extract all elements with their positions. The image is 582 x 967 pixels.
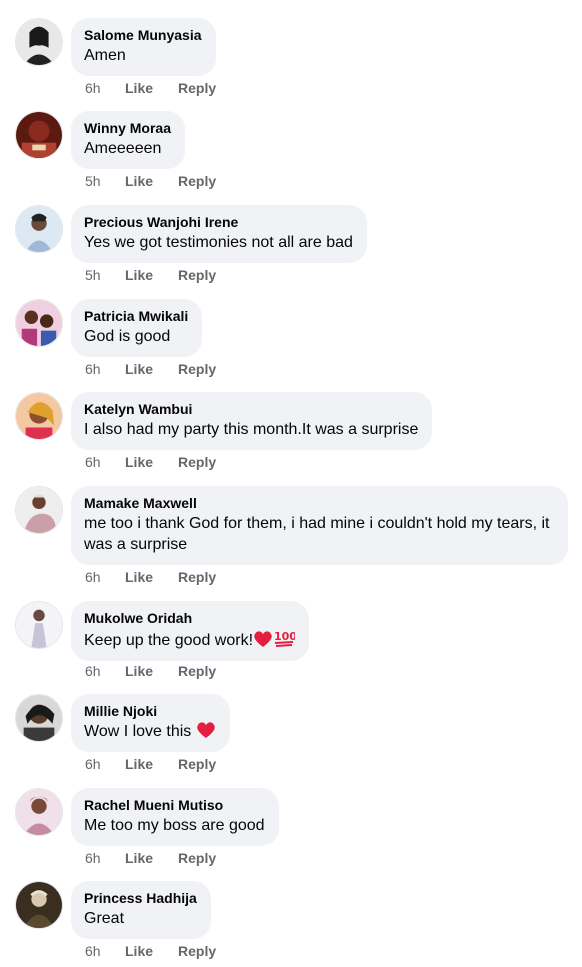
comment-bubble: Katelyn Wambui I also had my party this … — [71, 392, 433, 450]
comment-text: Yes we got testimonies not all are bad — [84, 234, 353, 251]
comment-text-content: Wow I love this — [84, 723, 196, 740]
comment-author[interactable]: Winny Moraa — [84, 120, 171, 137]
like-button[interactable]: Like — [125, 943, 178, 960]
comment-bubble: Millie Njoki Wow I love this — [71, 694, 230, 752]
comment-time[interactable]: 6h — [85, 850, 125, 867]
comment-text: I also had my party this month.It was a … — [84, 421, 419, 438]
like-button[interactable]: Like — [125, 663, 178, 680]
comment-bubble: Mukolwe Oridah Keep up the good work! 100 — [71, 601, 310, 661]
comment-author[interactable]: Katelyn Wambui — [84, 401, 418, 418]
comment-bubble: Salome Munyasia Amen — [71, 18, 216, 76]
like-button[interactable]: Like — [125, 850, 178, 867]
comment-bubble: Precious Wanjohi Irene Yes we got testim… — [71, 205, 367, 263]
comment-author[interactable]: Salome Munyasia — [84, 27, 202, 44]
like-button[interactable]: Like — [125, 569, 178, 586]
comment-time[interactable]: 6h — [85, 756, 125, 773]
like-button[interactable]: Like — [125, 80, 178, 97]
like-button[interactable]: Like — [125, 454, 178, 471]
comment-author[interactable]: Mamake Maxwell — [84, 495, 554, 512]
comment-author[interactable]: Princess Hadhija — [84, 890, 197, 907]
comment-actions: 6h Like Reply — [85, 454, 216, 471]
reply-button[interactable]: Reply — [178, 756, 216, 773]
avatar[interactable] — [15, 694, 63, 742]
comment-bubble: Princess Hadhija Great — [71, 881, 211, 939]
comment-actions: 6h Like Reply — [85, 569, 216, 586]
comment-actions: 5h Like Reply — [85, 267, 216, 284]
comment-actions: 5h Like Reply — [85, 173, 216, 190]
reply-button[interactable]: Reply — [178, 173, 216, 190]
comment-bubble: Winny Moraa Ameeeeen — [71, 111, 185, 169]
like-button[interactable]: Like — [125, 267, 178, 284]
comment-time[interactable]: 6h — [85, 663, 125, 680]
comment-actions: 6h Like Reply — [85, 361, 216, 378]
comment-bubble: Mamake Maxwell me too i thank God for th… — [71, 486, 568, 565]
comment-author[interactable]: Precious Wanjohi Irene — [84, 214, 353, 231]
avatar[interactable] — [15, 18, 63, 66]
comment-text: God is good — [84, 328, 171, 345]
red-heart-icon — [197, 722, 215, 738]
comment-text: me too i thank God for them, i had mine … — [84, 515, 550, 553]
avatar[interactable] — [15, 788, 63, 836]
comment-text: Keep up the good work! 100 — [84, 628, 295, 651]
reply-button[interactable]: Reply — [178, 80, 216, 97]
like-button[interactable]: Like — [125, 361, 178, 378]
avatar[interactable] — [15, 392, 63, 440]
avatar[interactable] — [15, 299, 63, 347]
comment-time[interactable]: 5h — [85, 173, 125, 190]
comment-author[interactable]: Mukolwe Oridah — [84, 610, 295, 627]
comment-text: Ameeeeen — [84, 140, 162, 157]
comment-actions: 6h Like Reply — [85, 80, 216, 97]
like-button[interactable]: Like — [125, 173, 178, 190]
avatar[interactable] — [15, 881, 63, 929]
avatar[interactable] — [15, 205, 63, 253]
reply-button[interactable]: Reply — [178, 361, 216, 378]
svg-text:100: 100 — [274, 630, 295, 643]
avatar[interactable] — [15, 486, 63, 534]
reply-button[interactable]: Reply — [178, 943, 216, 960]
comment-bubble: Patricia Mwikali God is good — [71, 299, 203, 357]
comment-actions: 6h Like Reply — [85, 663, 216, 680]
comment-time[interactable]: 6h — [85, 80, 125, 97]
reply-button[interactable]: Reply — [178, 454, 216, 471]
avatar[interactable] — [15, 601, 63, 649]
reply-button[interactable]: Reply — [178, 569, 216, 586]
red-heart-icon — [254, 631, 272, 647]
comment-text-content: Keep up the good work! — [84, 632, 254, 649]
comment-time[interactable]: 6h — [85, 454, 125, 471]
reply-button[interactable]: Reply — [178, 267, 216, 284]
comment-time[interactable]: 5h — [85, 267, 125, 284]
comment-author[interactable]: Patricia Mwikali — [84, 308, 188, 325]
comment-time[interactable]: 6h — [85, 569, 125, 586]
comment-author[interactable]: Rachel Mueni Mutiso — [84, 797, 265, 814]
comment-time[interactable]: 6h — [85, 943, 125, 960]
comment-actions: 6h Like Reply — [85, 943, 216, 960]
comment-time[interactable]: 6h — [85, 361, 125, 378]
hundred-points-icon: 100 — [274, 630, 295, 647]
previous-comment-fragment — [200, 0, 220, 2]
reply-button[interactable]: Reply — [178, 850, 216, 867]
comment-text: Great — [84, 910, 125, 927]
reply-button[interactable]: Reply — [178, 663, 216, 680]
comment-text: Amen — [84, 47, 126, 64]
comment-actions: 6h Like Reply — [85, 756, 216, 773]
comment-bubble: Rachel Mueni Mutiso Me too my boss are g… — [71, 788, 279, 846]
comment-text: Wow I love this — [84, 721, 216, 742]
comment-actions: 6h Like Reply — [85, 850, 216, 867]
like-button[interactable]: Like — [125, 756, 178, 773]
comment-text: Me too my boss are good — [84, 817, 265, 834]
avatar[interactable] — [15, 111, 63, 159]
comment-author[interactable]: Millie Njoki — [84, 703, 216, 720]
